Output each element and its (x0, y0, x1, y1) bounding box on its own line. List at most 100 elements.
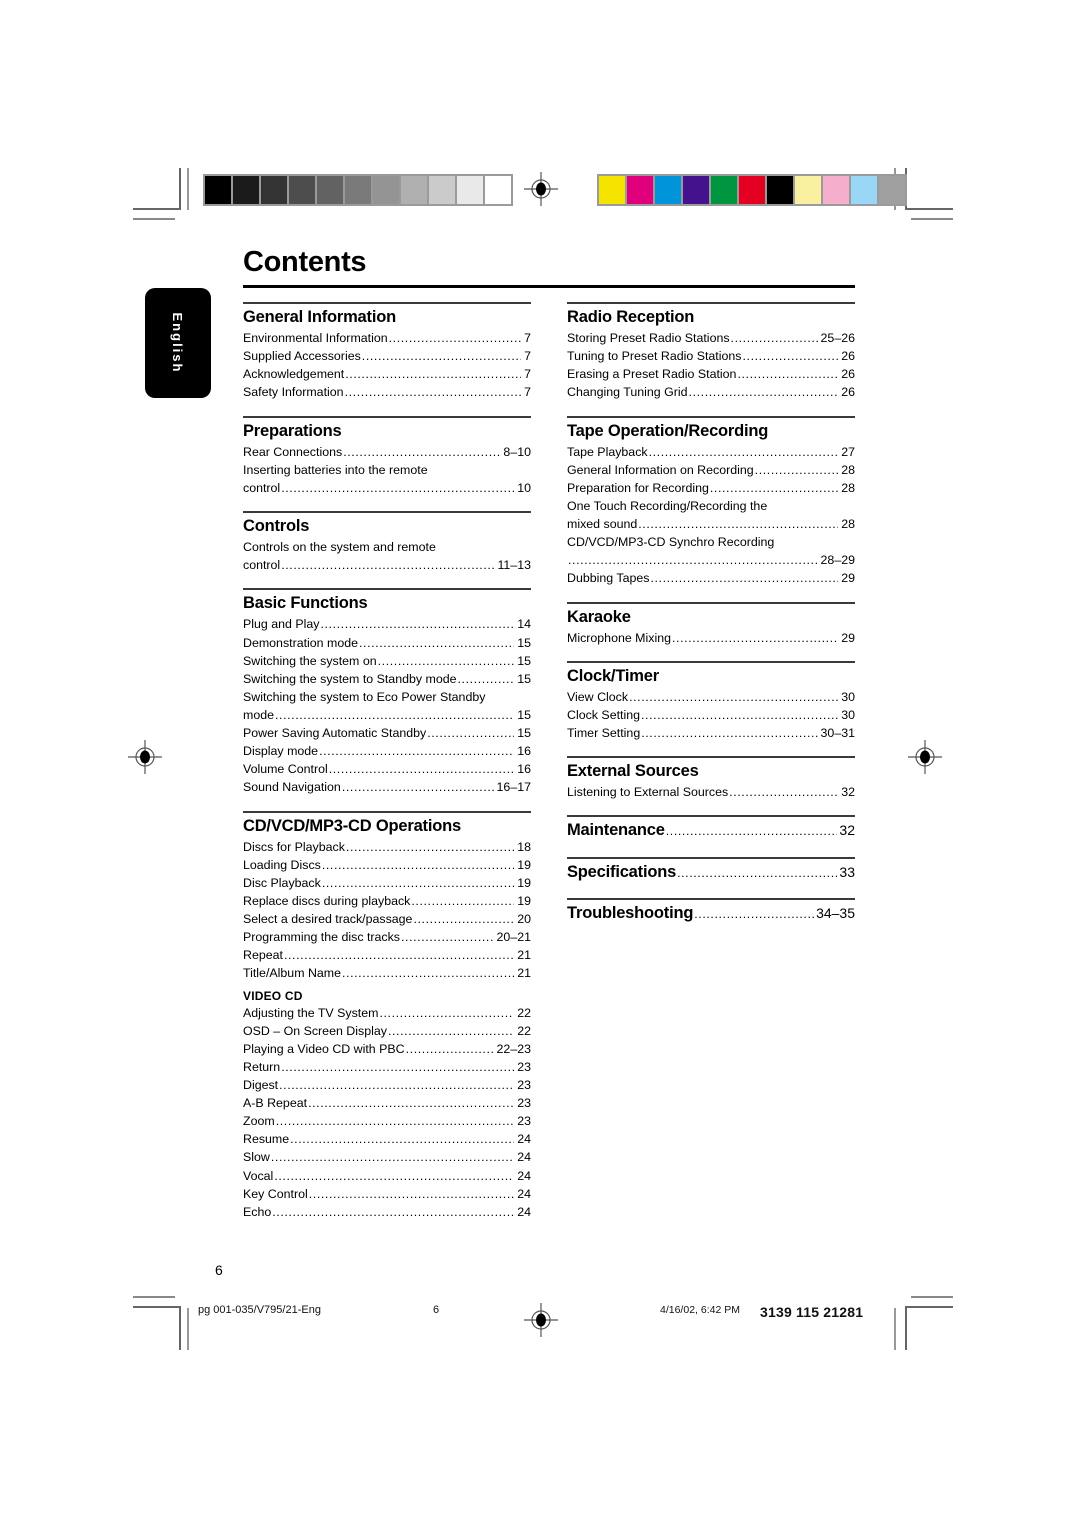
toc-entry-continuation: Switching the system to Eco Power Standb… (243, 689, 486, 704)
toc-section: Controls Controls on the system and remot… (243, 511, 531, 574)
toc-dot-leader: ........................................… (694, 906, 815, 921)
toc-entry[interactable]: ........................................… (567, 551, 855, 569)
toc-dot-leader: ........................................… (754, 462, 839, 477)
toc-entry-label: Repeat (243, 948, 283, 963)
toc-entry[interactable]: Power Saving Automatic Standby..........… (243, 724, 531, 742)
toc-dot-leader: ........................................… (281, 558, 494, 573)
toc-section: External Sources Listening to External So… (567, 756, 855, 801)
toc-entry[interactable]: Storing Preset Radio Stations...........… (567, 329, 855, 347)
toc-entry[interactable]: Preparation for Recording...............… (567, 479, 855, 497)
section-divider (567, 302, 855, 304)
toc-entry[interactable]: Replace discs during playback...........… (243, 892, 531, 910)
toc-entry[interactable]: mode....................................… (243, 706, 531, 724)
toc-entry[interactable]: Microphone Mixing.......................… (567, 629, 855, 647)
toc-entry[interactable]: mixed sound.............................… (567, 515, 855, 533)
toc-entry[interactable]: Display mode............................… (243, 742, 531, 760)
toc-dot-leader: ........................................… (641, 708, 838, 723)
section-divider (567, 815, 855, 818)
toc-entry[interactable]: A-B Repeat..............................… (243, 1094, 531, 1112)
toc-entry[interactable]: OSD – On Screen Display.................… (243, 1022, 531, 1040)
toc-entry[interactable]: Playing a Video CD with PBC.............… (243, 1040, 531, 1058)
toc-entry-page: 20–21 (496, 930, 531, 945)
toc-entry[interactable]: Volume Control..........................… (243, 760, 531, 778)
contents-left-column: General Information Environmental Informa… (243, 302, 531, 1235)
toc-entry[interactable]: Echo....................................… (243, 1203, 531, 1221)
toc-entry[interactable]: Slow....................................… (243, 1148, 531, 1166)
toc-entry[interactable]: Tuning to Preset Radio Stations.........… (567, 347, 855, 365)
toc-entry[interactable]: Sound Navigation........................… (243, 778, 531, 796)
toc-entry-page: 24 (517, 1150, 531, 1165)
toc-entry[interactable]: Adjusting the TV System.................… (243, 1004, 531, 1022)
toc-entry[interactable]: Discs for Playback......................… (243, 838, 531, 856)
toc-entry-page: 22–23 (496, 1041, 531, 1056)
toc-entry[interactable]: View Clock..............................… (567, 688, 855, 706)
toc-entry-label: OSD – On Screen Display (243, 1023, 387, 1038)
toc-entry[interactable]: Timer Setting...........................… (567, 724, 855, 742)
toc-entry-page: 15 (517, 671, 531, 686)
toc-entry-label: Erasing a Preset Radio Station (567, 367, 737, 382)
toc-dot-leader: ........................................… (328, 762, 514, 777)
toc-entry[interactable]: Erasing a Preset Radio Station..........… (567, 365, 855, 383)
toc-entry-page: 21 (517, 966, 531, 981)
toc-dot-leader: ........................................… (308, 1186, 514, 1201)
toc-entry[interactable]: Title/Album Name........................… (243, 964, 531, 982)
toc-entry-label: Tuning to Preset Radio Stations (567, 349, 742, 364)
toc-section-heading: CD/VCD/MP3-CD Operations (243, 816, 461, 835)
section-divider (243, 415, 531, 418)
toc-entry[interactable]: Disc Playback...........................… (243, 874, 531, 892)
toc-entry-page: 7 (524, 349, 531, 364)
toc-section-heading-row[interactable]: Troubleshooting.........................… (567, 903, 855, 925)
section-divider (567, 897, 855, 900)
toc-entry[interactable]: Programming the disc tracks.............… (243, 928, 531, 946)
toc-entry-page: 15 (517, 708, 531, 723)
toc-dot-leader: ........................................… (321, 857, 514, 872)
toc-entry[interactable]: Environmental Information...............… (243, 329, 531, 347)
toc-entry-label: Preparation for Recording (567, 480, 709, 495)
toc-entry[interactable]: Switching the system on.................… (243, 652, 531, 670)
toc-section-heading-row[interactable]: Specifications..........................… (567, 862, 855, 884)
toc-entry[interactable]: Select a desired track/passage..........… (243, 910, 531, 928)
toc-entry[interactable]: Dubbing Tapes...........................… (567, 569, 855, 587)
toc-entry-page: 16 (517, 744, 531, 759)
toc-entry[interactable]: control.................................… (243, 556, 531, 574)
toc-section-heading-page: 33 (839, 863, 855, 880)
toc-entry-page: 26 (841, 349, 855, 364)
toc-section: Karaoke Microphone Mixing................… (567, 601, 855, 647)
toc-entry-label: Display mode (243, 744, 319, 759)
toc-entry[interactable]: Listening to External Sources...........… (567, 783, 855, 801)
toc-entry-label: mode (243, 708, 274, 723)
toc-entry[interactable]: Clock Setting...........................… (567, 706, 855, 724)
toc-entry-page: 23 (517, 1096, 531, 1111)
toc-entry[interactable]: Tape Playback...........................… (567, 443, 855, 461)
toc-entry[interactable]: Loading Discs...........................… (243, 856, 531, 874)
toc-entry[interactable]: Plug and Play...........................… (243, 615, 531, 633)
section-divider (567, 756, 855, 759)
toc-entry[interactable]: Digest..................................… (243, 1076, 531, 1094)
toc-entry[interactable]: Repeat..................................… (243, 946, 531, 964)
toc-entry[interactable]: Acknowledgement.........................… (243, 365, 531, 383)
toc-entry-page: 23 (517, 1059, 531, 1074)
toc-entry-label: A-B Repeat (243, 1096, 308, 1111)
toc-entry[interactable]: Rear Connections........................… (243, 443, 531, 461)
toc-entry[interactable]: Demonstration mode......................… (243, 634, 531, 652)
toc-dot-leader: ........................................… (275, 1114, 515, 1129)
toc-entry-page: 19 (517, 857, 531, 872)
toc-entry[interactable]: Key Control.............................… (243, 1185, 531, 1203)
toc-entry[interactable]: Changing Tuning Grid....................… (567, 383, 855, 401)
toc-entry[interactable]: General Information on Recording........… (567, 461, 855, 479)
toc-entry[interactable]: Safety Information......................… (243, 383, 531, 401)
toc-entry[interactable]: Return..................................… (243, 1058, 531, 1076)
toc-entry-label: Power Saving Automatic Standby (243, 726, 427, 741)
toc-entry[interactable]: Vocal...................................… (243, 1167, 531, 1185)
toc-entry-page: 30–31 (820, 726, 855, 741)
toc-entry[interactable]: Switching the system to Standby mode....… (243, 670, 531, 688)
toc-section-heading-row[interactable]: Maintenance.............................… (567, 820, 855, 842)
toc-entry[interactable]: Zoom....................................… (243, 1112, 531, 1130)
toc-dot-leader: ........................................… (672, 630, 838, 645)
toc-entry[interactable]: Supplied Accessories....................… (243, 347, 531, 365)
toc-entry[interactable]: Resume..................................… (243, 1130, 531, 1148)
toc-entry-label: Switching the system to Standby mode (243, 671, 457, 686)
toc-entry[interactable]: control.................................… (243, 479, 531, 497)
footer-job-name: pg 001-035/V795/21-Eng (198, 1304, 321, 1316)
toc-entry-label: Zoom (243, 1114, 275, 1129)
